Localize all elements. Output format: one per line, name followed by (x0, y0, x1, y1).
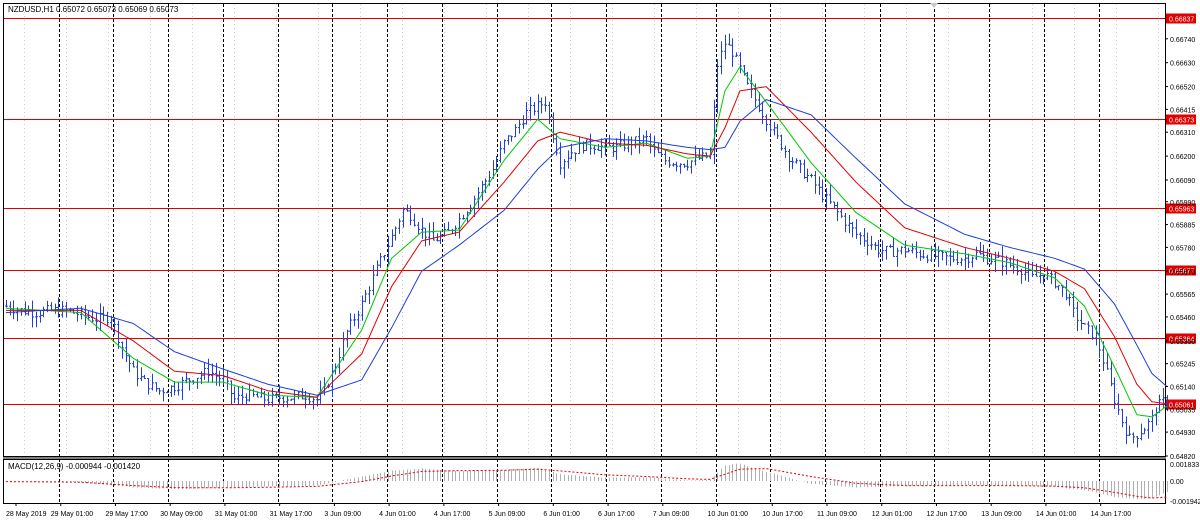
x-tick-label: 28 May 2019 (6, 511, 47, 518)
x-tick-label: 11 Jun 09:00 (817, 511, 857, 518)
x-tick-label: 5 Jun 09:00 (489, 511, 526, 518)
x-tick-label: 7 Jun 09:00 (653, 511, 690, 518)
y-tick-label: 0.65990 (1170, 200, 1195, 207)
x-tick-label: 4 Jun 17:00 (434, 511, 471, 518)
x-tick-label: 3 Jun 09:00 (324, 511, 361, 518)
x-tick-label: 6 Jun 01:00 (543, 511, 580, 518)
y-tick-label: 0.64820 (1170, 454, 1195, 461)
x-tick-label: 29 May 01:00 (51, 511, 94, 518)
x-tick-label: 4 Jun 01:00 (379, 511, 416, 518)
x-tick-label: 31 May 01:00 (215, 511, 258, 518)
price-chart[interactable]: 0.668370.663730.659630.656770.653640.650… (0, 0, 1200, 523)
y-tick-label: 0.65670 (1170, 269, 1195, 276)
level-price-label: 0.66837 (1169, 17, 1194, 24)
y-tick-label: 0.66630 (1170, 61, 1195, 68)
level-price-label: 0.65963 (1169, 207, 1194, 214)
y-tick-label: 0.66740 (1170, 37, 1195, 44)
y-tick-label: 0.66415 (1170, 107, 1195, 114)
x-tick-label: 14 Jun 01:00 (1036, 511, 1077, 518)
y-tick-label: 0.65140 (1170, 384, 1195, 391)
x-tick-label: 12 Jun 17:00 (926, 511, 967, 518)
x-tick-label: 29 May 17:00 (105, 511, 148, 518)
x-tick-label: 31 May 17:00 (270, 511, 313, 518)
x-tick-label: 10 Jun 17:00 (762, 511, 803, 518)
x-tick-label: 10 Jun 01:00 (708, 511, 749, 518)
macd-y-tick-label: 0.001833 (1170, 462, 1199, 469)
y-tick-label: 0.65460 (1170, 315, 1195, 322)
symbol-header: NZDUSD,H1 0.65072 0.65073 0.65069 0.6507… (8, 5, 179, 14)
macd-label: MACD(12,26,9) -0.000944 -0.001420 (8, 462, 141, 471)
x-tick-label: 13 Jun 09:00 (981, 511, 1022, 518)
chart-window[interactable]: 0.66837 0.66373 0.65963 0.65677 0.65364 0.650… (0, 0, 1200, 523)
y-tick-label: 0.65885 (1170, 223, 1195, 230)
macd-y-tick-label: 0.00 (1170, 479, 1184, 486)
y-tick-label: 0.66520 (1170, 85, 1195, 92)
y-tick-label: 0.65565 (1170, 292, 1195, 299)
y-tick-label: 0.65035 (1170, 407, 1195, 414)
y-tick-label: 0.66310 (1170, 130, 1195, 137)
x-tick-label: 6 Jun 17:00 (598, 511, 635, 518)
x-tick-label: 14 Jun 17:00 (1091, 511, 1132, 518)
y-tick-label: 0.65350 (1170, 339, 1195, 346)
level-price-label: 0.66373 (1169, 118, 1194, 125)
y-tick-label: 0.66090 (1170, 178, 1195, 185)
x-tick-label: 12 Jun 01:00 (872, 511, 913, 518)
y-tick-label: 0.66200 (1170, 154, 1195, 161)
x-tick-label: 30 May 09:00 (160, 511, 203, 518)
y-tick-label: 0.65245 (1170, 362, 1195, 369)
y-tick-label: 0.64930 (1170, 430, 1195, 437)
macd-y-tick-label: -0.001942 (1170, 499, 1200, 506)
y-tick-label: 0.65780 (1170, 245, 1195, 252)
